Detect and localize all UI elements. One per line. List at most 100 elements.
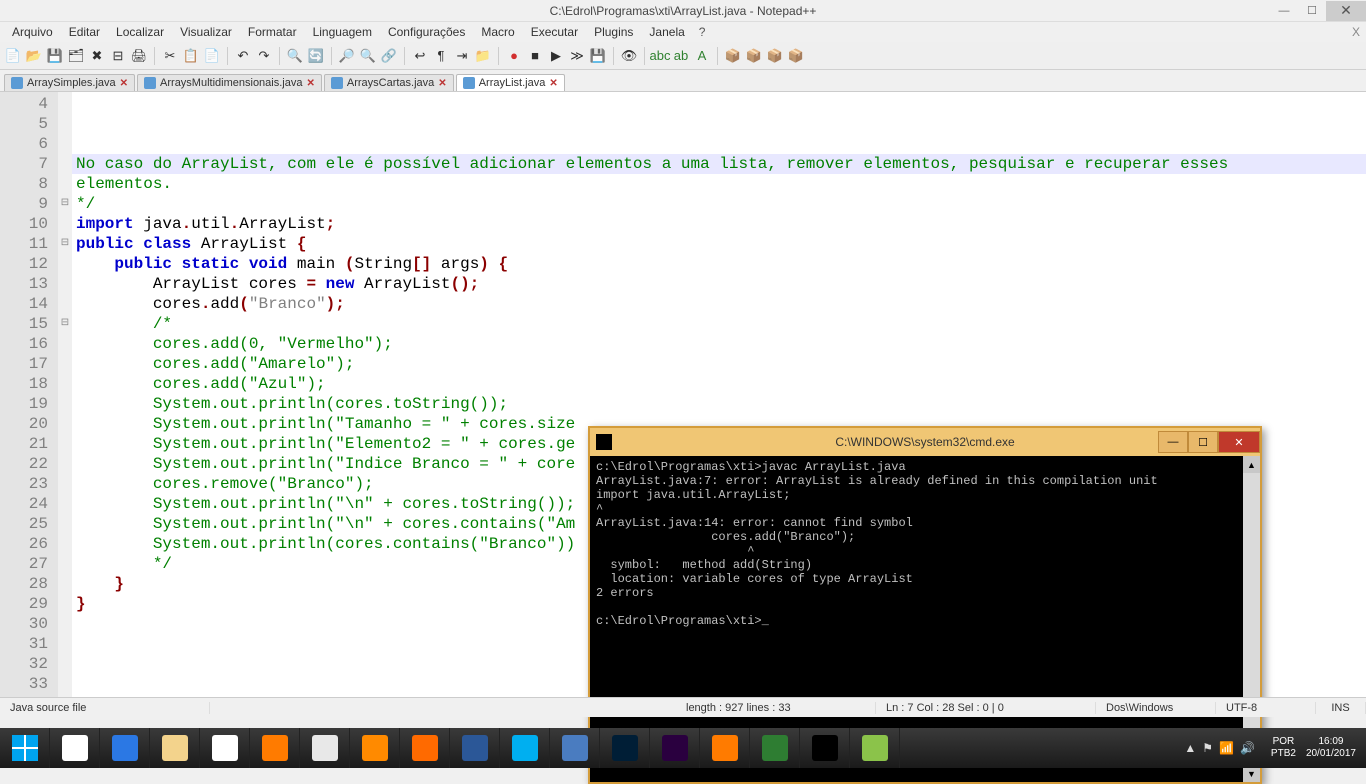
editor[interactable]: 4567891011121314151617181920212223242526… [0, 92, 1366, 697]
sep [498, 47, 499, 65]
menu-linguagem[interactable]: Linguagem [305, 23, 380, 41]
taskbar-app-1[interactable] [100, 728, 150, 768]
sep [279, 47, 280, 65]
line-gutter: 4567891011121314151617181920212223242526… [0, 92, 58, 697]
tray-flag-icon[interactable]: ⚑ [1202, 741, 1213, 755]
taskbar-app-6[interactable] [350, 728, 400, 768]
taskbar-app-12[interactable] [650, 728, 700, 768]
minimize-button[interactable]: — [1270, 1, 1298, 21]
taskbar-app-15[interactable] [800, 728, 850, 768]
macro-rec-icon[interactable]: ● [505, 47, 523, 65]
taskbar-app-16[interactable] [850, 728, 900, 768]
fold-column[interactable]: ⊟⊟⊟ [58, 92, 72, 697]
plugin3-icon[interactable]: 📦 [766, 47, 784, 65]
system-tray[interactable]: ▲ ⚑ 📶 🔊 PORPTB2 16:0920/01/2017 [1184, 736, 1366, 760]
tabsbar: ArraySimples.java ✕ ArraysMultidimensiona… [0, 70, 1366, 92]
tab-arraylist[interactable]: ArrayList.java✕ [456, 74, 565, 91]
plugin2-icon[interactable]: 📦 [745, 47, 763, 65]
status-length: length : 927 lines : 33 [676, 702, 876, 714]
tab-label: ArraySimples.java [27, 77, 116, 89]
menubar: Arquivo Editar Localizar Visualizar Form… [0, 22, 1366, 42]
sep [644, 47, 645, 65]
close-tab-icon[interactable]: ✕ [120, 78, 128, 89]
tray-network-icon[interactable]: 📶 [1219, 741, 1234, 755]
macro-stop-icon[interactable]: ■ [526, 47, 544, 65]
wrap-icon[interactable]: ↩ [411, 47, 429, 65]
closeall-icon[interactable]: ⊟ [109, 47, 127, 65]
macro-save-icon[interactable]: 💾 [589, 47, 607, 65]
taskbar-app-4[interactable] [250, 728, 300, 768]
macro-play-icon[interactable]: ▶ [547, 47, 565, 65]
spell2-icon[interactable]: ab [672, 47, 690, 65]
menu-janela[interactable]: Janela [641, 23, 692, 41]
macro-multi-icon[interactable]: ≫ [568, 47, 586, 65]
taskbar-app-5[interactable] [300, 728, 350, 768]
start-button[interactable] [0, 728, 50, 768]
close-tab-icon[interactable]: ✕ [549, 78, 557, 89]
plugin4-icon[interactable]: 📦 [787, 47, 805, 65]
monitor-icon[interactable]: 👁 [620, 47, 638, 65]
replace-icon[interactable]: 🔄 [307, 47, 325, 65]
indent-icon[interactable]: ⇥ [453, 47, 471, 65]
menu-arquivo[interactable]: Arquivo [4, 23, 61, 41]
code-area[interactable]: No caso do ArrayList, com ele é possível… [72, 92, 1366, 697]
spell-icon[interactable]: abc [651, 47, 669, 65]
menu-x[interactable]: X [1352, 25, 1360, 39]
tab-arraysmulti[interactable]: ArraysMultidimensionais.java✕ [137, 74, 322, 91]
copy-icon[interactable]: 📋 [182, 47, 200, 65]
taskbar-app-9[interactable] [500, 728, 550, 768]
sep [154, 47, 155, 65]
taskbar-app-3[interactable] [200, 728, 250, 768]
open-icon[interactable]: 📂 [25, 47, 43, 65]
tab-label: ArrayList.java [479, 77, 546, 89]
close-button[interactable]: ✕ [1326, 1, 1366, 21]
paste-icon[interactable]: 📄 [203, 47, 221, 65]
taskbar-app-10[interactable] [550, 728, 600, 768]
save-icon[interactable]: 💾 [46, 47, 64, 65]
taskbar-app-13[interactable] [700, 728, 750, 768]
sep [613, 47, 614, 65]
menu-formatar[interactable]: Formatar [240, 23, 305, 41]
taskbar-app-14[interactable] [750, 728, 800, 768]
sync-icon[interactable]: 🔗 [380, 47, 398, 65]
chars-icon[interactable]: ¶ [432, 47, 450, 65]
taskbar-app-8[interactable] [450, 728, 500, 768]
tray-lang[interactable]: PORPTB2 [1271, 736, 1296, 760]
sep [331, 47, 332, 65]
taskbar-app-11[interactable] [600, 728, 650, 768]
menu-macro[interactable]: Macro [473, 23, 522, 41]
cut-icon[interactable]: ✂ [161, 47, 179, 65]
menu-editar[interactable]: Editar [61, 23, 108, 41]
menu-help[interactable]: ? [699, 25, 706, 39]
close-icon[interactable]: ✖ [88, 47, 106, 65]
close-tab-icon[interactable]: ✕ [306, 78, 314, 89]
taskbar-app-0[interactable] [50, 728, 100, 768]
saveall-icon[interactable]: 🗂 [67, 47, 85, 65]
tray-volume-icon[interactable]: 🔊 [1240, 741, 1255, 755]
undo-icon[interactable]: ↶ [234, 47, 252, 65]
menu-visualizar[interactable]: Visualizar [172, 23, 240, 41]
tray-up-icon[interactable]: ▲ [1184, 741, 1196, 755]
status-position: Ln : 7 Col : 28 Sel : 0 | 0 [876, 702, 1096, 714]
taskbar-app-7[interactable] [400, 728, 450, 768]
maximize-button[interactable]: ☐ [1298, 1, 1326, 21]
menu-localizar[interactable]: Localizar [108, 23, 172, 41]
plugin1-icon[interactable]: 📦 [724, 47, 742, 65]
tab-arrayscartas[interactable]: ArraysCartas.java✕ [324, 74, 454, 91]
tab-arraysimples[interactable]: ArraySimples.java ✕ [4, 74, 135, 91]
zoom-in-icon[interactable]: 🔎 [338, 47, 356, 65]
zoom-out-icon[interactable]: 🔍 [359, 47, 377, 65]
new-icon[interactable]: 📄 [4, 47, 22, 65]
find-icon[interactable]: 🔍 [286, 47, 304, 65]
redo-icon[interactable]: ↷ [255, 47, 273, 65]
fold-icon[interactable]: 📁 [474, 47, 492, 65]
menu-plugins[interactable]: Plugins [586, 23, 641, 41]
close-tab-icon[interactable]: ✕ [438, 78, 446, 89]
sep [717, 47, 718, 65]
menu-configuracoes[interactable]: Configurações [380, 23, 473, 41]
taskbar-app-2[interactable] [150, 728, 200, 768]
print-icon[interactable]: 🖨 [130, 47, 148, 65]
tray-clock[interactable]: 16:0920/01/2017 [1306, 736, 1356, 760]
menu-executar[interactable]: Executar [523, 23, 586, 41]
spell3-icon[interactable]: A [693, 47, 711, 65]
